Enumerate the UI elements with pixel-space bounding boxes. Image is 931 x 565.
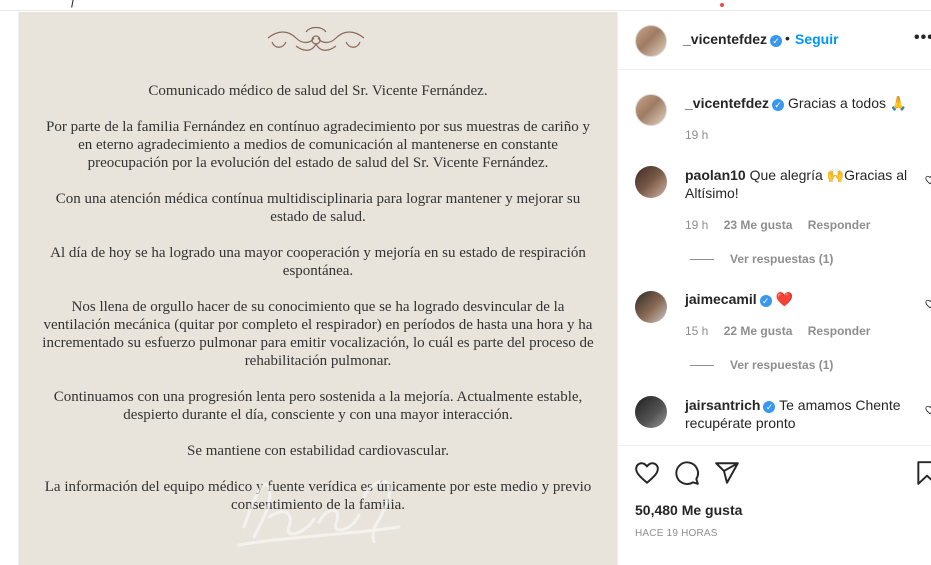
avatar[interactable] xyxy=(635,396,667,428)
comment-username[interactable]: jaimecamil xyxy=(685,291,757,307)
view-replies-button[interactable]: Ver respuestas (1) xyxy=(690,358,833,372)
comment: paolan10 Que alegría 🙌Gracias al Altísim… xyxy=(685,166,925,202)
like-comment-icon[interactable] xyxy=(925,405,931,415)
comment-time[interactable]: 15 h xyxy=(685,324,708,338)
page-gutter xyxy=(0,12,19,565)
view-replies-button[interactable]: Ver respuestas (1) xyxy=(690,252,833,266)
avatar[interactable] xyxy=(635,94,667,126)
instagram-post-view: ƒ Comunicado médico de salud del Sr. Vic… xyxy=(0,0,931,565)
avatar[interactable] xyxy=(635,166,667,198)
verified-badge-icon: ✓ xyxy=(759,295,772,307)
follow-button[interactable]: Seguir xyxy=(795,31,839,47)
caption: _vicentefdez ✓ Gracias a todos 🙏 xyxy=(685,94,925,112)
notification-dot xyxy=(720,3,724,7)
avatar[interactable] xyxy=(635,291,667,323)
comment: jairsantrich ✓ Te amamos Chente recupérat… xyxy=(685,396,925,432)
comment-likes[interactable]: 23 Me gusta xyxy=(724,218,793,232)
comment-text: ❤️ xyxy=(775,291,793,307)
posted-time[interactable]: HACE 19 HORAS xyxy=(635,528,718,539)
author-username[interactable]: _vicentefdez ✓ xyxy=(683,31,783,47)
more-options-icon[interactable]: ••• xyxy=(914,29,931,47)
post-details-panel: _vicentefdez✓ • Seguir ••• _vicentefdez✓… xyxy=(617,12,931,565)
comment: jaimecamil ✓ ❤️ xyxy=(685,290,925,308)
comments-list[interactable]: _vicentefdez ✓ Gracias a todos 🙏 19 h pao… xyxy=(618,71,931,444)
statement-paragraph: Con una atención médica contínua multidi… xyxy=(55,191,581,225)
top-bar: ƒ xyxy=(0,0,931,11)
statement-title: Comunicado médico de salud del Sr. Vicen… xyxy=(148,83,488,99)
comment-meta: 19 h 23 Me gusta Responder xyxy=(685,218,882,232)
comment-username[interactable]: paolan10 xyxy=(685,167,746,183)
reply-button[interactable]: Responder xyxy=(808,324,871,338)
post-actions: 50,480 Me gusta HACE 19 HORAS xyxy=(618,445,931,565)
ornament-divider xyxy=(267,26,365,51)
view-replies-label[interactable]: Ver respuestas (1) xyxy=(730,358,833,372)
top-bar-logo-fragment: ƒ xyxy=(70,0,77,8)
share-icon[interactable] xyxy=(714,460,740,486)
signature-watermark xyxy=(237,479,401,547)
statement-paragraph: Por parte de la familia Fernández en con… xyxy=(46,119,590,171)
statement-paragraph: Continuamos con una progresión lenta per… xyxy=(53,389,583,423)
statement-paragraph: Nos llena de orgullo hacer de su conocim… xyxy=(42,299,594,369)
comment-icon[interactable] xyxy=(674,460,700,486)
verified-badge-icon: ✓ xyxy=(770,35,783,47)
replies-line xyxy=(690,259,714,261)
post-header: _vicentefdez✓ • Seguir ••• xyxy=(618,12,931,70)
avatar[interactable] xyxy=(635,25,667,57)
author-username-text[interactable]: _vicentefdez xyxy=(683,31,767,47)
replies-line xyxy=(690,365,714,367)
caption-username[interactable]: _vicentefdez xyxy=(685,95,769,111)
verified-badge-icon: ✓ xyxy=(772,99,785,111)
comment-username[interactable]: jairsantrich xyxy=(685,397,760,413)
likes-count[interactable]: 50,480 Me gusta xyxy=(635,502,742,518)
reply-button[interactable]: Responder xyxy=(808,218,871,232)
caption-time[interactable]: 19 h xyxy=(685,128,708,142)
like-icon[interactable] xyxy=(634,460,660,486)
verified-badge-icon: ✓ xyxy=(763,401,776,413)
view-replies-label[interactable]: Ver respuestas (1) xyxy=(730,252,833,266)
like-comment-icon[interactable] xyxy=(925,299,931,309)
like-comment-icon[interactable] xyxy=(925,175,931,185)
comment-time[interactable]: 19 h xyxy=(685,218,708,232)
caption-meta: 19 h xyxy=(685,128,720,142)
caption-text: Gracias a todos 🙏 xyxy=(787,95,908,111)
comment-likes[interactable]: 22 Me gusta xyxy=(724,324,793,338)
comment-meta: 15 h 22 Me gusta Responder xyxy=(685,324,882,338)
separator-dot: • xyxy=(785,30,790,46)
statement-paragraph: Al día de hoy se ha logrado una mayor co… xyxy=(50,245,586,279)
save-icon[interactable] xyxy=(914,460,931,486)
post-image: Comunicado médico de salud del Sr. Vicen… xyxy=(19,12,617,565)
